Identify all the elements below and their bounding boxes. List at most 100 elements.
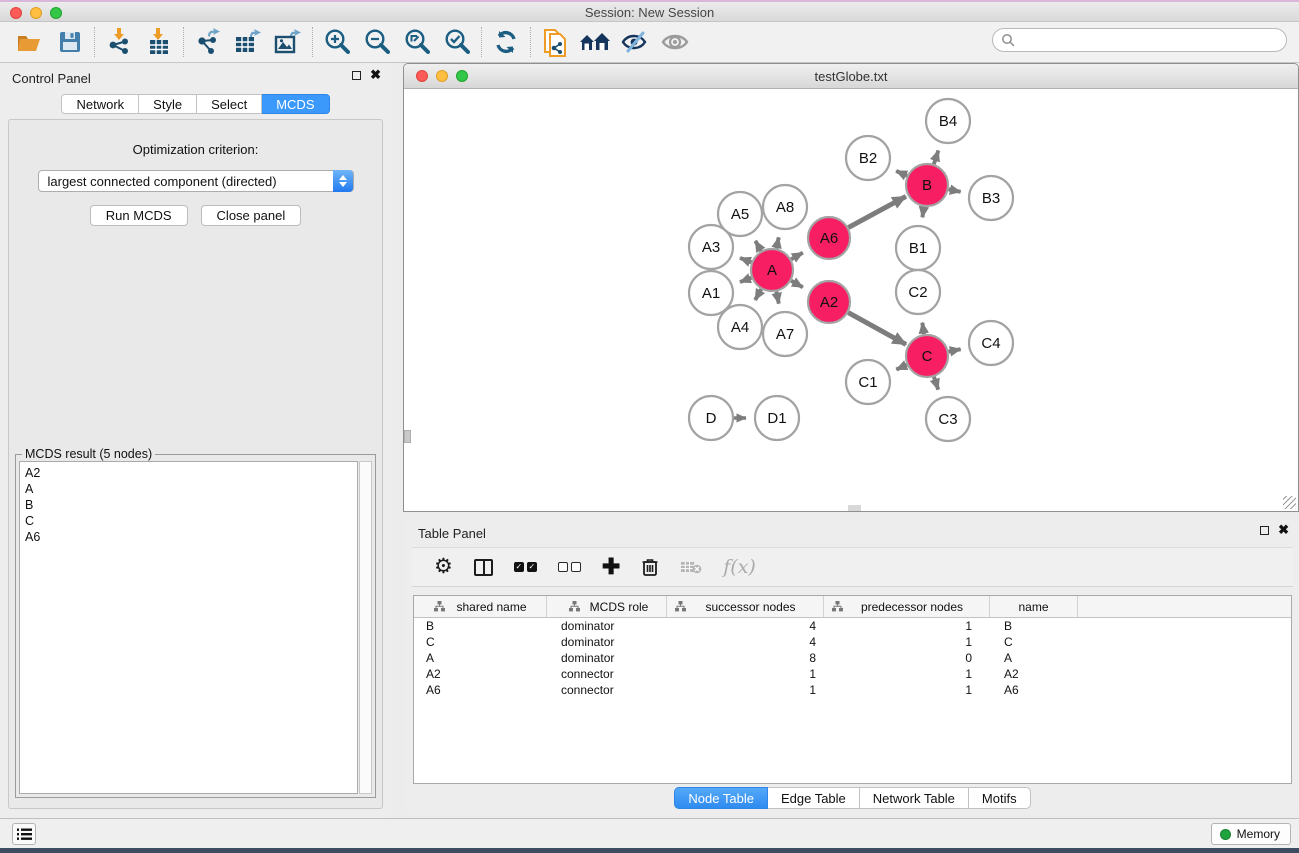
graph-edge-B-B4[interactable] xyxy=(934,150,938,164)
result-scrollbar[interactable] xyxy=(359,461,372,794)
zoom-selected-button[interactable] xyxy=(437,25,477,59)
delete-column-icon[interactable] xyxy=(641,557,659,577)
graph-edge-A-A1[interactable] xyxy=(740,278,751,282)
graph-edge-A-A8[interactable] xyxy=(776,237,778,248)
show-column-panel-icon[interactable] xyxy=(474,559,493,576)
tab-network[interactable]: Network xyxy=(61,94,139,114)
deselect-all-checkboxes-icon[interactable] xyxy=(558,562,581,572)
network-canvas[interactable]: AA1A2A3A4A5A6A7A8BB1B2B3B4CC1C2C3C4DD1 xyxy=(404,89,1298,511)
export-network-button[interactable] xyxy=(188,25,228,59)
graph-edge-A-A7[interactable] xyxy=(776,292,778,304)
select-all-checkboxes-icon[interactable]: ✓✓ xyxy=(514,562,537,572)
graph-node-C3[interactable]: C3 xyxy=(926,397,970,441)
graph-node-A[interactable]: A xyxy=(751,249,793,291)
run-mcds-button[interactable]: Run MCDS xyxy=(90,205,188,226)
graph-edge-B-B1[interactable] xyxy=(922,207,924,218)
graph-node-B4[interactable]: B4 xyxy=(926,99,970,143)
import-table-button[interactable] xyxy=(139,25,179,59)
graph-node-A7[interactable]: A7 xyxy=(763,312,807,356)
hide-graphics-details-button[interactable] xyxy=(615,25,655,59)
tab-motifs[interactable]: Motifs xyxy=(969,787,1031,809)
graph-node-B3[interactable]: B3 xyxy=(969,176,1013,220)
show-graphics-details-button[interactable] xyxy=(655,25,695,59)
graph-edge-C-C1[interactable] xyxy=(896,365,907,370)
function-builder-icon[interactable]: f(x) xyxy=(723,556,756,578)
graph-edge-B-B3[interactable] xyxy=(949,189,961,191)
float-panel-icon[interactable] xyxy=(352,71,361,80)
save-session-button[interactable] xyxy=(50,25,90,59)
column-header-mcds-role[interactable]: MCDS role xyxy=(547,596,667,617)
graph-node-C[interactable]: C xyxy=(906,335,948,377)
list-item[interactable]: A2 xyxy=(25,465,357,481)
column-header-shared-name[interactable]: shared name xyxy=(414,596,547,617)
table-row[interactable]: A dominator 8 0 A xyxy=(414,650,1291,666)
graph-node-A8[interactable]: A8 xyxy=(763,185,807,229)
graph-node-A4[interactable]: A4 xyxy=(718,305,762,349)
graph-node-D[interactable]: D xyxy=(689,396,733,440)
network-graph[interactable]: AA1A2A3A4A5A6A7A8BB1B2B3B4CC1C2C3C4DD1 xyxy=(404,89,1298,511)
tab-node-table[interactable]: Node Table xyxy=(674,787,768,809)
search-input[interactable] xyxy=(1015,30,1286,50)
tab-network-table[interactable]: Network Table xyxy=(860,787,969,809)
tab-edge-table[interactable]: Edge Table xyxy=(768,787,860,809)
import-network-button[interactable] xyxy=(99,25,139,59)
delete-table-icon[interactable] xyxy=(680,559,702,575)
criterion-dropdown[interactable]: largest connected component (directed) xyxy=(38,170,354,192)
network-window-titlebar[interactable]: testGlobe.txt xyxy=(404,64,1298,89)
refresh-layout-button[interactable] xyxy=(486,25,526,59)
show-task-history-button[interactable] xyxy=(12,823,36,845)
graph-edge-A6-B[interactable] xyxy=(848,196,906,227)
table-row[interactable]: C dominator 4 1 C xyxy=(414,634,1291,650)
graph-edge-A-A5[interactable] xyxy=(755,241,761,251)
home-button[interactable] xyxy=(575,25,615,59)
graph-edge-C-C2[interactable] xyxy=(922,323,924,335)
graph-edge-B-B2[interactable] xyxy=(896,171,907,176)
column-header-name[interactable]: name xyxy=(990,596,1078,617)
export-table-button[interactable] xyxy=(228,25,268,59)
graph-node-B2[interactable]: B2 xyxy=(846,136,890,180)
graph-node-A2[interactable]: A2 xyxy=(808,281,850,323)
graph-node-B[interactable]: B xyxy=(906,164,948,206)
graph-node-B1[interactable]: B1 xyxy=(896,226,940,270)
mcds-result-list[interactable]: A2 A B C A6 xyxy=(19,461,358,794)
table-row[interactable]: B dominator 4 1 B xyxy=(414,618,1291,634)
float-table-panel-icon[interactable] xyxy=(1260,526,1269,535)
column-header-predecessor-nodes[interactable]: predecessor nodes xyxy=(824,596,990,617)
graph-edge-C-C3[interactable] xyxy=(934,377,938,390)
tab-mcds[interactable]: MCDS xyxy=(262,94,329,114)
graph-edge-C-C4[interactable] xyxy=(949,349,961,351)
add-column-icon[interactable]: ✚ xyxy=(602,557,620,577)
graph-node-D1[interactable]: D1 xyxy=(755,396,799,440)
list-item[interactable]: B xyxy=(25,497,357,513)
graph-edge-A-A2[interactable] xyxy=(791,281,803,288)
open-file-button[interactable] xyxy=(10,25,50,59)
tab-select[interactable]: Select xyxy=(197,94,262,114)
graph-node-A6[interactable]: A6 xyxy=(808,217,850,259)
resize-grip-icon[interactable] xyxy=(1283,496,1296,509)
close-table-panel-icon[interactable]: ✖ xyxy=(1278,525,1289,535)
graph-node-C4[interactable]: C4 xyxy=(969,321,1013,365)
graph-edge-A-A3[interactable] xyxy=(740,258,751,262)
graph-edge-A-A4[interactable] xyxy=(755,289,761,300)
zoom-in-button[interactable] xyxy=(317,25,357,59)
new-network-from-selection-button[interactable] xyxy=(535,25,575,59)
table-row[interactable]: A2 connector 1 1 A2 xyxy=(414,666,1291,682)
graph-node-C2[interactable]: C2 xyxy=(896,270,940,314)
zoom-fit-button[interactable] xyxy=(397,25,437,59)
close-panel-button[interactable]: Close panel xyxy=(201,205,302,226)
column-header-successor-nodes[interactable]: successor nodes xyxy=(667,596,824,617)
tab-style[interactable]: Style xyxy=(139,94,197,114)
list-item[interactable]: A xyxy=(25,481,357,497)
graph-edge-A2-C[interactable] xyxy=(848,313,906,345)
close-panel-icon[interactable]: ✖ xyxy=(370,70,381,80)
table-settings-gear-icon[interactable]: ⚙ xyxy=(434,557,453,577)
list-item[interactable]: A6 xyxy=(25,529,357,545)
graph-node-A5[interactable]: A5 xyxy=(718,192,762,236)
list-item[interactable]: C xyxy=(25,513,357,529)
memory-button[interactable]: Memory xyxy=(1211,823,1291,845)
graph-node-C1[interactable]: C1 xyxy=(846,360,890,404)
export-image-button[interactable] xyxy=(268,25,308,59)
zoom-out-button[interactable] xyxy=(357,25,397,59)
table-row[interactable]: A6 connector 1 1 A6 xyxy=(414,682,1291,698)
graph-edge-A-A6[interactable] xyxy=(791,253,803,260)
